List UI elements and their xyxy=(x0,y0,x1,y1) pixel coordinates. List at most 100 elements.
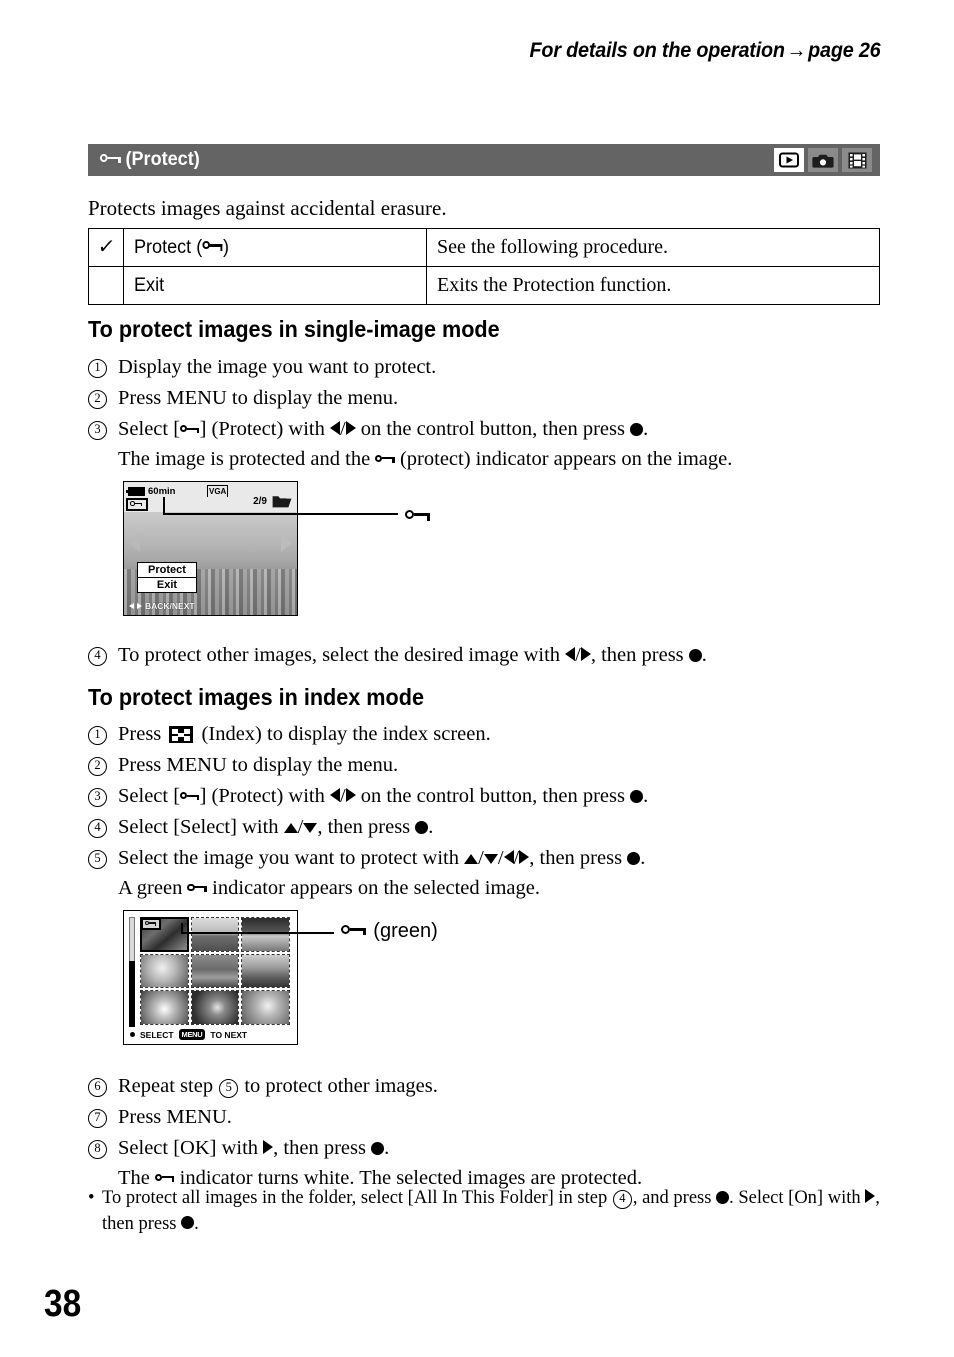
step-text-part: , then press xyxy=(590,644,689,666)
index-thumbnail[interactable] xyxy=(241,917,290,952)
step-text: Repeat step 5 to protect other images. xyxy=(118,1072,880,1102)
step-text-part: ] (Protect) with xyxy=(199,418,330,440)
note-all-in-folder: • To protect all images in the folder, s… xyxy=(88,1186,880,1238)
center-button-icon xyxy=(181,1216,195,1230)
arrow-left-icon xyxy=(329,420,340,435)
step-text-part: Press xyxy=(118,723,167,745)
lcd-next-arrow-icon[interactable] xyxy=(281,534,292,552)
arrow-down-icon xyxy=(303,822,318,833)
index-icon xyxy=(169,726,194,744)
step-text-part: , then press xyxy=(273,1137,372,1159)
key-icon xyxy=(202,241,223,253)
index-thumbnail[interactable] xyxy=(241,953,290,989)
step-index-3: 3 Select [] (Protect) with / on the cont… xyxy=(88,782,880,812)
step-reference: 4 xyxy=(612,1190,632,1210)
center-button-icon xyxy=(130,1032,135,1037)
step-number: 3 xyxy=(88,787,118,807)
arrow-left-icon xyxy=(329,787,340,802)
row-name-cell: Exit xyxy=(123,266,427,305)
step-subtext-part: The image is protected and the xyxy=(118,447,376,470)
arrow-right-icon xyxy=(519,849,530,864)
step-text-part: , then press xyxy=(529,847,628,869)
mode-icon-group xyxy=(774,148,872,172)
lcd-prev-arrow-icon[interactable] xyxy=(129,534,140,552)
step-index-2: 2 Press MENU to display the menu. xyxy=(88,751,880,781)
lcd-image-size-indicator: VGA xyxy=(207,485,229,497)
key-icon xyxy=(130,501,143,508)
center-button-icon xyxy=(415,820,429,834)
options-table: ✓ Protect () See the following procedure… xyxy=(88,228,880,305)
index-thumbnail[interactable] xyxy=(190,917,240,952)
lcd-menu-list: Protect Exit xyxy=(137,562,197,593)
step-text: Press MENU to display the menu. xyxy=(118,754,399,776)
step-number: 1 xyxy=(88,725,118,745)
index-protect-indicator xyxy=(141,918,161,930)
lcd-protect-indicator xyxy=(126,498,148,511)
arrow-down-icon xyxy=(483,853,498,864)
bullet-icon: • xyxy=(88,1188,95,1208)
step-number: 3 xyxy=(88,420,118,440)
folder-icon xyxy=(272,495,292,508)
index-hint-bar: SELECT MENU TO NEXT xyxy=(130,1029,247,1040)
index-thumbnail[interactable] xyxy=(140,953,189,989)
callout-key-index: (green) xyxy=(341,920,438,943)
section-title: (Protect) xyxy=(100,149,200,171)
heading-single-image-mode: To protect images in single-image mode xyxy=(88,316,500,342)
callout-key-single xyxy=(405,503,430,529)
index-hint-next-label: TO NEXT xyxy=(210,1029,248,1040)
step-text-part: on the control button, then press xyxy=(355,418,631,440)
key-icon xyxy=(375,454,395,466)
figure-lcd-single-image: 60min VGA 2/9 Protect Exit BACK/NEXT xyxy=(123,481,430,616)
menu-button-chip: MENU xyxy=(178,1029,206,1040)
index-scrollbar-thumb[interactable] xyxy=(129,961,135,1027)
index-thumbnail[interactable] xyxy=(190,953,240,989)
index-thumbnail[interactable] xyxy=(190,990,240,1025)
step-subtext-part: indicator appears on the selected image. xyxy=(207,876,540,899)
note-text: To protect all images in the folder, sel… xyxy=(102,1186,880,1238)
center-button-icon xyxy=(630,422,644,436)
checkmark-icon: ✓ xyxy=(96,236,116,258)
step-number: 2 xyxy=(88,756,118,776)
step-number: 8 xyxy=(88,1139,118,1159)
arrow-up-icon xyxy=(283,822,298,833)
step-single-1: 1 Display the image you want to protect. xyxy=(88,353,880,383)
step-single-4: 4 To protect other images, select the de… xyxy=(88,641,880,671)
step-text-part: Select [OK] with xyxy=(118,1137,264,1159)
step-text: Press MENU to display the menu. xyxy=(118,387,399,409)
arrow-right-icon xyxy=(263,1139,274,1154)
camera-mode-icon[interactable] xyxy=(808,148,838,172)
lcd-menu-item-exit[interactable]: Exit xyxy=(137,578,197,593)
step-text: Select [Select] with /, then press . xyxy=(118,816,434,838)
lcd-battery-status: 60min xyxy=(125,486,176,497)
index-thumbnail[interactable] xyxy=(241,990,290,1025)
step-text: Select [] (Protect) with / on the contro… xyxy=(118,785,649,807)
step-text: To protect other images, select the desi… xyxy=(118,644,707,666)
key-icon xyxy=(155,1173,175,1185)
arrow-right-icon xyxy=(345,787,356,802)
lcd-hint-bar: BACK/NEXT xyxy=(129,601,195,611)
arrow-left-icon xyxy=(565,646,576,661)
running-header: For details on the operation→page 26 xyxy=(529,38,880,63)
step-number: 2 xyxy=(88,389,118,409)
step-number: 6 xyxy=(88,1077,118,1097)
step-reference: 5 xyxy=(219,1079,239,1099)
lcd-menu-item-protect[interactable]: Protect xyxy=(137,562,197,578)
step-number: 1 xyxy=(88,358,118,378)
movie-mode-icon[interactable] xyxy=(842,148,872,172)
battery-time-label: 60min xyxy=(148,486,176,497)
note-text-part: . Select [On] with xyxy=(729,1188,866,1208)
center-button-icon xyxy=(716,1190,730,1204)
step-subtext-part: A green xyxy=(118,876,188,899)
key-icon xyxy=(341,924,366,939)
step-text-part: (Index) to display the index screen. xyxy=(196,723,491,745)
index-thumbnail[interactable] xyxy=(140,990,189,1025)
section-titlebar: (Protect) xyxy=(88,144,880,176)
step-index-1: 1 Press (Index) to display the index scr… xyxy=(88,720,880,750)
arrow-left-icon xyxy=(129,603,134,609)
key-icon xyxy=(100,154,121,166)
step-text-part: . xyxy=(428,816,434,838)
playback-mode-icon[interactable] xyxy=(774,148,804,172)
key-icon xyxy=(180,792,200,803)
note-text-part: To protect all images in the folder, sel… xyxy=(102,1188,612,1208)
key-icon xyxy=(405,510,430,524)
